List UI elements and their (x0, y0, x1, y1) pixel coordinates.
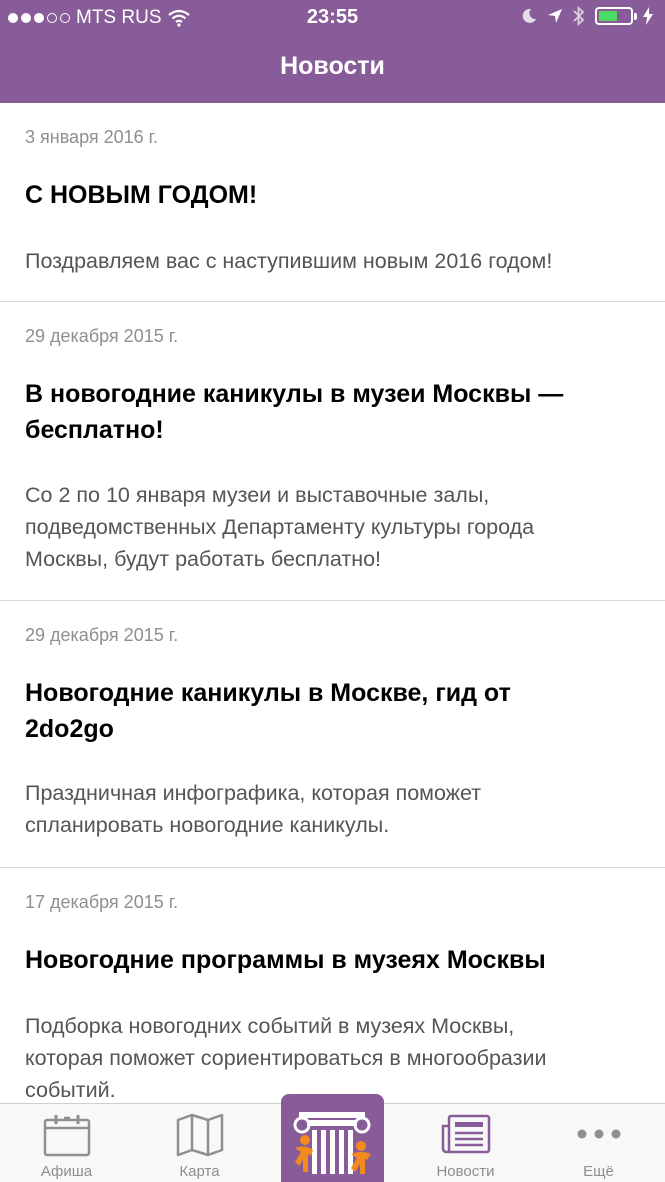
news-title-line: 2do2go (25, 715, 114, 743)
header: MTS RUS 23:55 Новости (0, 0, 665, 103)
tab-more[interactable]: Ещё (532, 1104, 665, 1182)
calendar-icon (43, 1115, 90, 1157)
newspaper-icon (441, 1114, 490, 1154)
news-title: Новогодние программы в музеях Москвы (25, 946, 546, 974)
battery-icon (595, 7, 637, 25)
news-date: 3 января 2016 г. (25, 127, 159, 147)
divider (0, 600, 665, 601)
museum-column-icon (293, 1112, 371, 1174)
news-title: С НОВЫМ ГОДОМ! (25, 181, 258, 209)
tab-home-museum[interactable] (281, 1094, 384, 1182)
news-summary-line: Праздничная инфографика, которая поможет (25, 781, 482, 805)
status-bar: MTS RUS 23:55 (0, 0, 665, 34)
location-arrow-icon (548, 9, 562, 23)
charging-bolt-icon (643, 7, 653, 25)
news-summary-line: которая поможет сориентироваться в много… (25, 1046, 547, 1070)
news-title-line: бесплатно! (25, 416, 164, 444)
news-summary-line: спланировать новогодние каникулы. (25, 813, 390, 837)
divider (0, 867, 665, 868)
tab-afisha[interactable]: Афиша (0, 1104, 133, 1182)
tab-label: Карта (179, 1163, 220, 1180)
map-icon (176, 1113, 223, 1157)
news-summary-line: Москвы, будут работать бесплатно! (25, 547, 382, 571)
status-right (521, 6, 653, 26)
tab-label: Ещё (583, 1163, 614, 1180)
page-title: Новости (280, 52, 385, 80)
news-date: 17 декабря 2015 г. (25, 892, 179, 912)
news-title-line: В новогодние каникулы в музеи Москвы — (25, 380, 564, 408)
bluetooth-icon (573, 6, 585, 26)
tab-label: Новости (436, 1163, 495, 1180)
news-summary-line: Со 2 по 10 января музеи и выставочные за… (25, 483, 490, 507)
screen: MTS RUS 23:55 Новости 3 января 2016 г. С… (0, 0, 665, 1182)
news-date: 29 декабря 2015 г. (25, 326, 179, 346)
moon-icon (522, 8, 536, 23)
news-title-line: Новогодние каникулы в Москве, гид от (25, 679, 511, 707)
divider (0, 301, 665, 302)
tab-label: Афиша (40, 1163, 93, 1180)
tab-map[interactable]: Карта (133, 1104, 266, 1182)
news-list[interactable]: 3 января 2016 г. С НОВЫМ ГОДОМ! Поздравл… (0, 103, 665, 1103)
news-summary: Поздравляем вас с наступившим новым 2016… (25, 249, 553, 273)
news-summary-line: Подборка новогодних событий в музеях Мос… (25, 1014, 515, 1038)
tab-news[interactable]: Новости (399, 1104, 532, 1182)
news-summary-line: подведомственных Департаменту культуры г… (25, 515, 535, 539)
more-dots-icon (577, 1129, 620, 1139)
news-date: 29 декабря 2015 г. (25, 625, 179, 645)
